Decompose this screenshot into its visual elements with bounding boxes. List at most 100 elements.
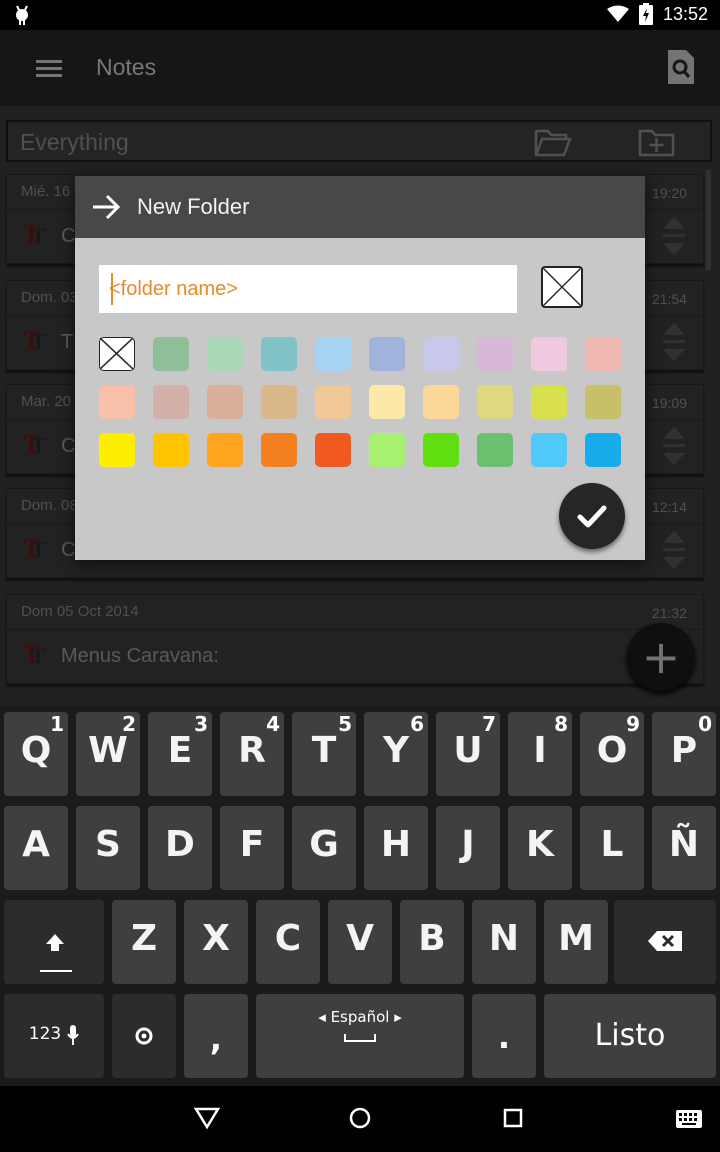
key-label: I [533,730,547,771]
key-j[interactable]: J [436,806,500,890]
key-w[interactable]: W2 [76,712,140,796]
key-label: W [88,730,128,771]
microphone-icon [67,1025,79,1045]
color-swatch[interactable] [585,433,621,467]
text-cursor [111,273,113,305]
key-label: D [165,824,195,865]
key-a[interactable]: A [4,806,68,890]
color-swatch[interactable] [477,433,513,467]
color-swatch[interactable] [153,385,189,419]
key-hint: 8 [554,712,568,736]
selected-color-preview[interactable] [541,266,583,308]
color-swatch[interactable] [423,337,459,371]
color-swatch[interactable] [531,385,567,419]
color-swatch[interactable] [207,385,243,419]
key-ñ[interactable]: Ñ [652,806,716,890]
color-swatch[interactable] [423,433,459,467]
color-swatch[interactable] [369,433,405,467]
key-y[interactable]: Y6 [364,712,428,796]
key-u[interactable]: U7 [436,712,500,796]
key-q[interactable]: Q1 [4,712,68,796]
color-swatch[interactable] [585,385,621,419]
shift-key[interactable] [4,900,104,984]
period-key[interactable]: . [472,994,536,1078]
color-swatch[interactable] [315,433,351,467]
key-r[interactable]: R4 [220,712,284,796]
key-m[interactable]: M [544,900,608,984]
key-label: L [600,824,624,865]
key-b[interactable]: B [400,900,464,984]
new-folder-dialog: New Folder [75,176,645,560]
home-icon[interactable] [349,1107,371,1129]
color-swatch[interactable] [153,433,189,467]
color-swatch[interactable] [423,385,459,419]
battery-icon [638,3,653,25]
key-z[interactable]: Z [112,900,176,984]
numbers-mic-key[interactable]: 123 [4,994,104,1078]
recents-icon[interactable] [503,1108,523,1128]
color-swatch[interactable] [99,433,135,467]
color-swatch[interactable] [477,337,513,371]
folder-name-input[interactable] [99,265,517,313]
backspace-icon [648,931,682,951]
color-swatch[interactable] [315,385,351,419]
key-t[interactable]: T5 [292,712,356,796]
key-label: V [346,918,374,959]
color-swatch[interactable] [261,385,297,419]
key-label: P [670,730,698,771]
wifi-icon [606,5,629,22]
navigation-bar [0,1086,720,1152]
keyboard-switch-icon[interactable] [676,1110,702,1128]
color-swatch[interactable] [477,385,513,419]
key-n[interactable]: N [472,900,536,984]
color-swatch[interactable] [207,433,243,467]
color-swatch[interactable] [585,337,621,371]
comma-key-label: , [209,1020,223,1058]
color-swatch[interactable] [99,385,135,419]
color-swatch[interactable] [261,337,297,371]
key-label: J [461,824,475,865]
key-o[interactable]: O9 [580,712,644,796]
color-swatch[interactable] [261,433,297,467]
done-key[interactable]: Listo [544,994,716,1078]
key-e[interactable]: E3 [148,712,212,796]
space-bar-icon [344,1034,376,1042]
space-key[interactable]: ◂ Español ▸ [256,994,464,1078]
color-swatch[interactable] [153,337,189,371]
key-i[interactable]: I8 [508,712,572,796]
key-k[interactable]: K [508,806,572,890]
color-swatch[interactable] [369,337,405,371]
key-l[interactable]: L [580,806,644,890]
key-label: G [309,824,339,865]
arrow-right-icon[interactable] [91,194,121,220]
key-d[interactable]: D [148,806,212,890]
shift-arrow-icon [46,934,64,951]
color-swatch[interactable] [531,433,567,467]
key-f[interactable]: F [220,806,284,890]
dialog-header: New Folder [75,176,645,238]
back-icon[interactable] [194,1107,220,1129]
key-p[interactable]: P0 [652,712,716,796]
color-swatch[interactable] [531,337,567,371]
key-label: Y [382,730,410,771]
checkmark-icon [577,505,607,528]
color-swatch[interactable] [207,337,243,371]
key-x[interactable]: X [184,900,248,984]
key-v[interactable]: V [328,900,392,984]
confirm-button[interactable] [559,483,625,549]
key-label: C [274,918,302,959]
color-swatch[interactable] [369,385,405,419]
backspace-key[interactable] [614,900,716,984]
key-s[interactable]: S [76,806,140,890]
color-swatch[interactable] [315,337,351,371]
shift-indicator [40,970,72,972]
key-g[interactable]: G [292,806,356,890]
key-h[interactable]: H [364,806,428,890]
settings-key[interactable] [112,994,176,1078]
key-c[interactable]: C [256,900,320,984]
no-color-swatch[interactable] [99,337,135,371]
key-label: X [202,918,230,959]
key-label: T [311,730,337,771]
key-hint: 4 [266,712,280,736]
comma-key[interactable]: , [184,994,248,1078]
